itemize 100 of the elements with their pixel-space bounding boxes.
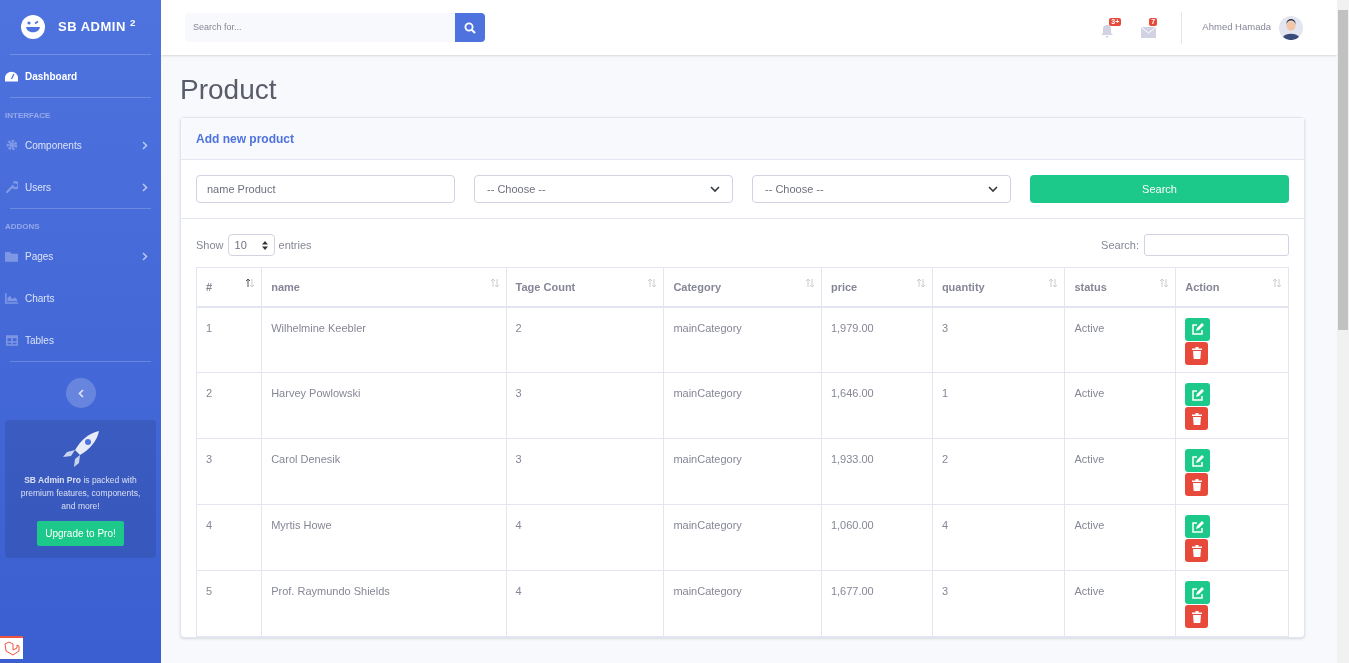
table-cell: Active: [1064, 372, 1176, 439]
envelope-icon: [1141, 26, 1157, 38]
table-cell: Active: [1064, 504, 1176, 571]
table-cell: Harvey Powlowski: [261, 372, 507, 439]
entries-select[interactable]: 10: [227, 234, 275, 256]
table-cell: 2: [932, 438, 1065, 505]
sidebar-item[interactable]: Components: [5, 124, 156, 166]
table-cell: 1,933.00: [821, 438, 933, 505]
edit-icon: [1191, 323, 1204, 335]
search-field[interactable]: Search for...: [185, 13, 455, 42]
sidebar-toggle-button[interactable]: [65, 378, 96, 408]
search-label: Search:: [1101, 237, 1139, 253]
table-cell: 1: [196, 306, 262, 373]
trash-icon: [1191, 544, 1202, 557]
column-header[interactable]: Tage Count: [506, 267, 664, 307]
laughing-face-icon: [20, 14, 46, 40]
page-title: Product: [180, 73, 278, 107]
delete-button[interactable]: [1185, 539, 1209, 562]
sidebar-item[interactable]: Users: [5, 166, 156, 208]
table-cell: 4: [932, 504, 1065, 571]
table-cell: 2: [196, 372, 262, 439]
rocket-icon: [60, 430, 101, 468]
trash-icon: [1191, 478, 1202, 491]
table-cell: 3: [506, 438, 664, 505]
scrollbar-thumb[interactable]: [1338, 10, 1348, 330]
column-header[interactable]: Category: [663, 267, 822, 307]
gear-icon: [5, 139, 18, 151]
folder-icon: [5, 250, 18, 262]
edit-button[interactable]: [1185, 581, 1211, 604]
column-header[interactable]: name: [261, 267, 507, 307]
gauge-icon: [5, 70, 18, 82]
table-cell: 2: [506, 306, 664, 373]
edit-icon: [1191, 586, 1204, 599]
edit-button[interactable]: [1185, 515, 1211, 538]
user-menu[interactable]: Ahmed Hamada: [1202, 15, 1303, 40]
table-cell: 1: [932, 372, 1065, 439]
column-header[interactable]: Action: [1175, 267, 1289, 307]
search-icon: [464, 21, 476, 34]
trash-icon: [1191, 412, 1202, 425]
delete-button[interactable]: [1185, 605, 1209, 628]
choose-dropdown[interactable]: -- Choose --: [752, 175, 1011, 203]
table-cell: 5: [196, 570, 262, 637]
search-button[interactable]: [455, 13, 485, 42]
sidebar-item[interactable]: Dashboard: [5, 55, 156, 97]
table-cell: 1,979.00: [821, 306, 933, 373]
table-cell: mainCategory: [663, 438, 822, 505]
table-icon: [5, 334, 18, 346]
edit-icon: [1191, 388, 1204, 401]
table-cell: mainCategory: [663, 372, 822, 439]
brand-name[interactable]: SB ADMIN $^{2}$: [58, 17, 136, 37]
delete-button[interactable]: [1185, 341, 1209, 365]
table-cell: Prof. Raymundo Shields: [261, 570, 507, 637]
chevron-left-icon: [77, 388, 84, 398]
avatar-icon: [1279, 15, 1303, 40]
section-heading: ADDONS: [5, 221, 41, 233]
promo-text: SB Admin Pro is packed with premium features, components, and more!: [19, 474, 142, 513]
user-name: Ahmed Hamada: [1202, 20, 1271, 35]
wrench-icon: [5, 181, 18, 193]
table-cell: 4: [506, 570, 664, 637]
caret-down-icon: [710, 185, 720, 193]
search-button[interactable]: Search: [1030, 175, 1289, 203]
table-cell: Active: [1064, 570, 1176, 637]
table-cell: 4: [506, 504, 664, 571]
table-cell: mainCategory: [663, 504, 822, 571]
table-cell: mainCategory: [663, 570, 822, 637]
edit-button[interactable]: [1185, 449, 1211, 472]
table-cell: 1,646.00: [821, 372, 933, 439]
delete-button[interactable]: [1185, 473, 1209, 496]
choose-dropdown[interactable]: -- Choose --: [474, 175, 733, 203]
table-cell: Myrtis Howe: [261, 504, 507, 571]
cube-logo-icon[interactable]: [3, 641, 20, 656]
table-cell: Active: [1064, 438, 1176, 505]
edit-icon: [1191, 520, 1204, 533]
column-header[interactable]: status: [1064, 267, 1176, 307]
add-product-link[interactable]: Add new product: [196, 129, 294, 148]
bell-icon: [1101, 24, 1114, 38]
delete-button[interactable]: [1185, 407, 1209, 430]
table-cell: Wilhelmine Keebler: [261, 306, 507, 373]
table-cell: 3: [932, 570, 1065, 637]
show-label: Show: [196, 237, 224, 253]
column-header[interactable]: quantity: [932, 267, 1065, 307]
table-cell: 3: [196, 438, 262, 505]
upgrade-button[interactable]: Upgrade to Pro!: [37, 521, 124, 546]
area-chart-icon: [5, 292, 18, 304]
table-cell: 1,677.00: [821, 570, 933, 637]
column-header[interactable]: #: [196, 267, 262, 307]
column-header[interactable]: price: [821, 267, 933, 307]
section-heading: INTERFACE: [5, 110, 52, 122]
up-down-caret-icon: [261, 240, 268, 250]
table-cell: 3: [506, 372, 664, 439]
table-cell: mainCategory: [663, 306, 822, 373]
sidebar-item[interactable]: Charts: [5, 277, 156, 319]
sidebar-item[interactable]: Tables: [5, 319, 156, 361]
scrollbar[interactable]: [1337, 0, 1349, 663]
edit-button[interactable]: [1185, 317, 1211, 341]
edit-button[interactable]: [1185, 383, 1211, 406]
sidebar-item[interactable]: Pages: [5, 235, 156, 277]
table-search-field[interactable]: [1144, 234, 1289, 256]
trash-icon: [1191, 610, 1202, 623]
name-field[interactable]: name Product: [196, 175, 455, 203]
